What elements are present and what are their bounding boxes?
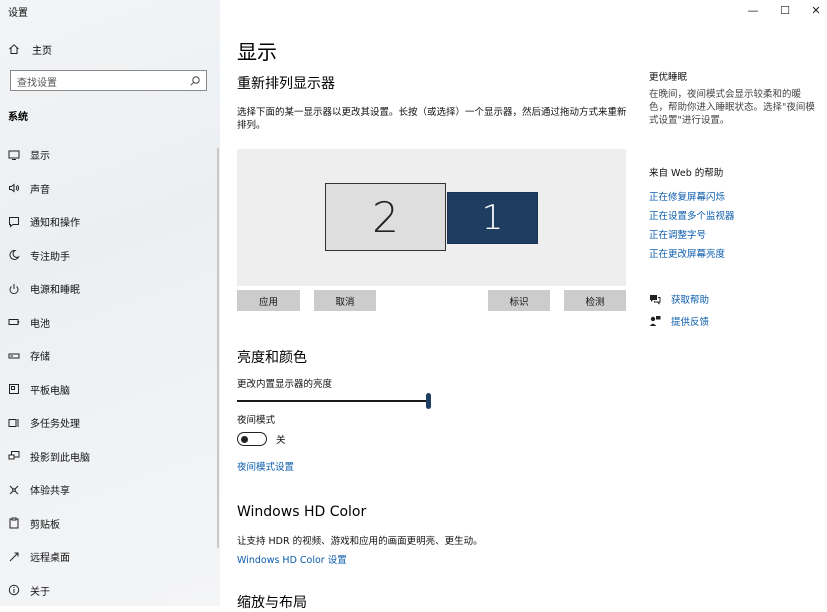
main-content: — ☐ ✕ 显示 重新排列显示器 选择下面的某一显示器以更改其设置。长按（或选择… [220, 0, 827, 611]
sidebar-item-storage[interactable]: 存储 [0, 339, 216, 373]
help-link-font-size[interactable]: 正在调整字号 [649, 227, 706, 241]
share-icon [8, 484, 20, 496]
get-help-link[interactable]: 获取帮助 [671, 292, 709, 306]
apply-button[interactable]: 应用 [237, 290, 300, 311]
feedback-row[interactable]: 提供反馈 [649, 314, 709, 328]
night-light-settings-link[interactable]: 夜间模式设置 [237, 459, 294, 473]
minimize-button[interactable]: — [744, 3, 762, 17]
sidebar-item-multitasking[interactable]: 多任务处理 [0, 406, 216, 440]
feedback-icon [649, 315, 661, 327]
sidebar-scrollbar[interactable] [217, 148, 219, 548]
display-arrangement-area[interactable]: 2 1 [237, 149, 626, 286]
sidebar-item-home[interactable]: 主页 [8, 41, 52, 57]
monitor-2[interactable]: 2 [325, 183, 446, 251]
nav-list: 显示 声音 通知和操作 专注助手 电源和睡眠 电池 存储 平板电脑 多任务处理 … [0, 138, 216, 606]
sidebar-item-label: 远程桌面 [30, 553, 70, 565]
sidebar: 设置 主页 系统 显示 声音 通知和操作 专注助手 [0, 0, 220, 606]
sidebar-item-label: 存储 [30, 352, 50, 364]
sidebar-item-label: 电池 [30, 318, 50, 330]
sidebar-item-label: 多任务处理 [30, 419, 80, 431]
night-light-label: 夜间模式 [237, 415, 276, 426]
sleep-title: 更优睡眠 [649, 72, 688, 83]
sidebar-item-tablet[interactable]: 平板电脑 [0, 373, 216, 407]
speaker-icon [8, 182, 20, 194]
sidebar-item-focus-assist[interactable]: 专注助手 [0, 239, 216, 273]
notification-icon [8, 216, 20, 228]
power-icon [8, 283, 20, 295]
identify-button[interactable]: 标识 [488, 290, 550, 311]
sidebar-item-battery[interactable]: 电池 [0, 306, 216, 340]
chat-help-icon [649, 293, 661, 305]
sidebar-item-clipboard[interactable]: 剪贴板 [0, 507, 216, 541]
sidebar-item-label: 剪贴板 [30, 519, 60, 531]
night-light-toggle[interactable] [237, 432, 267, 446]
tablet-icon [8, 383, 20, 395]
sidebar-item-sound[interactable]: 声音 [0, 172, 216, 206]
sidebar-item-label: 主页 [32, 45, 52, 57]
search-input[interactable] [11, 74, 177, 93]
brightness-slider-label: 更改内置显示器的亮度 [237, 379, 333, 390]
brightness-slider-thumb[interactable] [426, 393, 431, 409]
arrange-heading: 重新排列显示器 [237, 76, 335, 92]
night-light-state: 关 [276, 435, 286, 446]
info-icon [8, 584, 20, 596]
search-icon[interactable] [189, 75, 201, 87]
sleep-text: 在晚间，夜间模式会显示较柔和的暖色，帮助你进入睡眠状态。选择"夜间模式设置"进行… [649, 89, 815, 126]
sidebar-item-label: 关于 [30, 586, 50, 598]
close-button[interactable]: ✕ [807, 3, 825, 17]
hdr-heading: Windows HD Color [237, 504, 367, 520]
sidebar-item-label: 平板电脑 [30, 385, 70, 397]
get-help-row[interactable]: 获取帮助 [649, 292, 709, 306]
help-link-multi-monitor[interactable]: 正在设置多个监视器 [649, 208, 735, 222]
sidebar-item-display[interactable]: 显示 [0, 138, 216, 172]
sidebar-item-project[interactable]: 投影到此电脑 [0, 440, 216, 474]
scale-heading: 缩放与布局 [237, 595, 307, 611]
app-title: 设置 [8, 8, 28, 19]
sidebar-item-label: 体验共享 [30, 486, 70, 498]
battery-icon [8, 316, 20, 328]
project-icon [8, 450, 20, 462]
search-box[interactable] [10, 70, 207, 93]
arrange-description: 选择下面的某一显示器以更改其设置。长按（或选择）一个显示器，然后通过拖动方式来重… [237, 107, 627, 131]
brightness-slider-track[interactable] [237, 400, 427, 402]
monitor-icon [8, 149, 20, 161]
storage-icon [8, 350, 20, 362]
home-icon [8, 43, 20, 55]
remote-icon [8, 551, 20, 563]
maximize-button[interactable]: ☐ [776, 3, 794, 17]
sidebar-item-label: 投影到此电脑 [30, 452, 90, 464]
section-label: 系统 [8, 112, 28, 123]
multitask-icon [8, 417, 20, 429]
sidebar-item-about[interactable]: 关于 [0, 574, 216, 607]
sidebar-item-shared-experiences[interactable]: 体验共享 [0, 473, 216, 507]
sidebar-item-notifications[interactable]: 通知和操作 [0, 205, 216, 239]
sidebar-item-power[interactable]: 电源和睡眠 [0, 272, 216, 306]
hdr-description: 让支持 HDR 的视频、游戏和应用的画面更明亮、更生动。 [237, 536, 483, 547]
brightness-heading: 亮度和颜色 [237, 350, 307, 366]
page-title: 显示 [237, 40, 277, 64]
feedback-link[interactable]: 提供反馈 [671, 314, 709, 328]
sidebar-item-label: 专注助手 [30, 251, 70, 263]
cancel-button[interactable]: 取消 [314, 290, 376, 311]
moon-icon [8, 249, 20, 261]
help-link-flicker[interactable]: 正在修复屏幕闪烁 [649, 189, 725, 203]
hdr-settings-link[interactable]: Windows HD Color 设置 [237, 552, 347, 566]
monitor-1[interactable]: 1 [447, 192, 538, 244]
sidebar-item-remote-desktop[interactable]: 远程桌面 [0, 540, 216, 574]
toggle-knob [241, 435, 248, 443]
sidebar-item-label: 通知和操作 [30, 218, 80, 230]
detect-button[interactable]: 检测 [564, 290, 626, 311]
sidebar-item-label: 显示 [30, 151, 50, 163]
sidebar-item-label: 电源和睡眠 [30, 285, 80, 297]
clipboard-icon [8, 517, 20, 529]
help-link-brightness[interactable]: 正在更改屏幕亮度 [649, 246, 725, 260]
web-help-title: 来自 Web 的帮助 [649, 168, 724, 179]
sidebar-item-label: 声音 [30, 184, 50, 196]
